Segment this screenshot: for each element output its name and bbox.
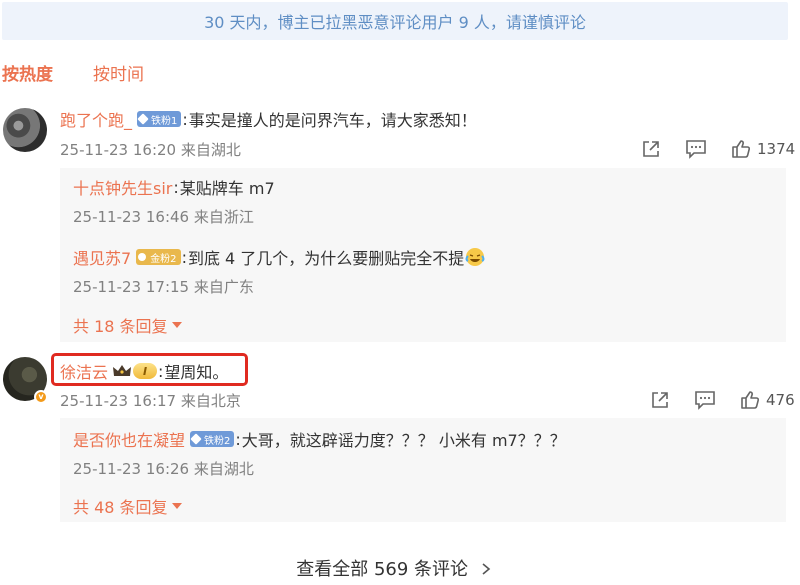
fan-badge[interactable]: 金粉2 [136, 249, 181, 265]
like-count: 476 [766, 391, 795, 409]
comment-reply-button[interactable] [685, 139, 707, 159]
share-icon [652, 392, 668, 408]
like-icon [741, 391, 760, 409]
chevron-right-icon [482, 563, 491, 575]
reply-username[interactable]: 是否你也在凝望 [73, 427, 185, 451]
share-button[interactable] [641, 139, 661, 159]
reply-meta: 25-11-23 17:15 来自广东 [73, 278, 254, 296]
share-icon [643, 141, 659, 157]
laugh-cry-emoji-icon [465, 248, 485, 266]
tab-sort-by-time[interactable]: 按时间 [93, 60, 144, 86]
share-button[interactable] [650, 390, 670, 410]
tab-sort-by-hot[interactable]: 按热度 [2, 60, 53, 86]
fan-badge[interactable]: 铁粉2 [190, 431, 235, 447]
comment-meta: 25-11-23 16:20 来自湖北 [60, 141, 241, 159]
comment-actions: 476 [650, 390, 795, 410]
fan-badge[interactable]: 铁粉1 [137, 111, 182, 127]
like-button[interactable]: 1374 [731, 139, 795, 159]
like-icon [732, 140, 751, 158]
verified-v-icon: v [34, 390, 48, 404]
reply-text: 大哥，就这辟谣力度？？？ 小米有 m7？？？ [241, 431, 566, 450]
avatar[interactable] [3, 108, 47, 152]
highlight-box [51, 353, 248, 386]
chevron-down-icon [171, 322, 182, 328]
reply-line: 是否你也在凝望 铁粉2 : 大哥，就这辟谣力度？？？ 小米有 m7？？？ [73, 427, 566, 451]
comment-reply-button[interactable] [694, 390, 716, 410]
reply-username[interactable]: 十点钟先生sir [73, 175, 172, 199]
diamond-icon [190, 433, 202, 445]
reply-line: 十点钟先生sir : 某贴牌车 m7 [73, 175, 275, 199]
view-all-comments-link[interactable]: 查看全部 569 条评论 [0, 555, 788, 581]
expand-replies-link[interactable]: 共 48 条回复 [73, 494, 182, 518]
comment-line: 跑了个跑_ 铁粉1 : 事实是撞人的是问界汽车，请大家悉知！ [60, 107, 477, 131]
blocked-users-notice: 30 天内，博主已拉黑恶意评论用户 9 人，请谨慎评论 [2, 2, 788, 40]
reply-line: 遇见苏7 金粉2 : 到底 4 了几个，为什么要删贴完全不提 [73, 245, 485, 269]
reply-username[interactable]: 遇见苏7 [73, 245, 131, 269]
comment-actions: 1374 [641, 139, 795, 159]
sort-tabs: 按热度 按时间 [2, 60, 144, 86]
chevron-down-icon [171, 503, 182, 509]
comment-text: 事实是撞人的是问界汽车，请大家悉知！ [188, 111, 477, 130]
diamond-icon [137, 113, 149, 125]
comment-meta: 25-11-23 16:17 来自北京 [60, 392, 241, 410]
comment-icon [686, 140, 706, 159]
reply-meta: 25-11-23 16:46 来自浙江 [73, 208, 254, 226]
reply-meta: 25-11-23 16:26 来自湖北 [73, 460, 254, 478]
expand-replies-link[interactable]: 共 18 条回复 [73, 313, 182, 337]
comment-icon [695, 391, 715, 410]
gold-fan-icon [138, 253, 147, 261]
reply-text: 某贴牌车 m7 [179, 179, 275, 198]
like-button[interactable]: 476 [740, 390, 795, 410]
comment-username[interactable]: 跑了个跑_ [60, 107, 132, 131]
like-count: 1374 [757, 140, 796, 158]
reply-text: 到底 4 了几个，为什么要删贴完全不提 [187, 249, 465, 268]
